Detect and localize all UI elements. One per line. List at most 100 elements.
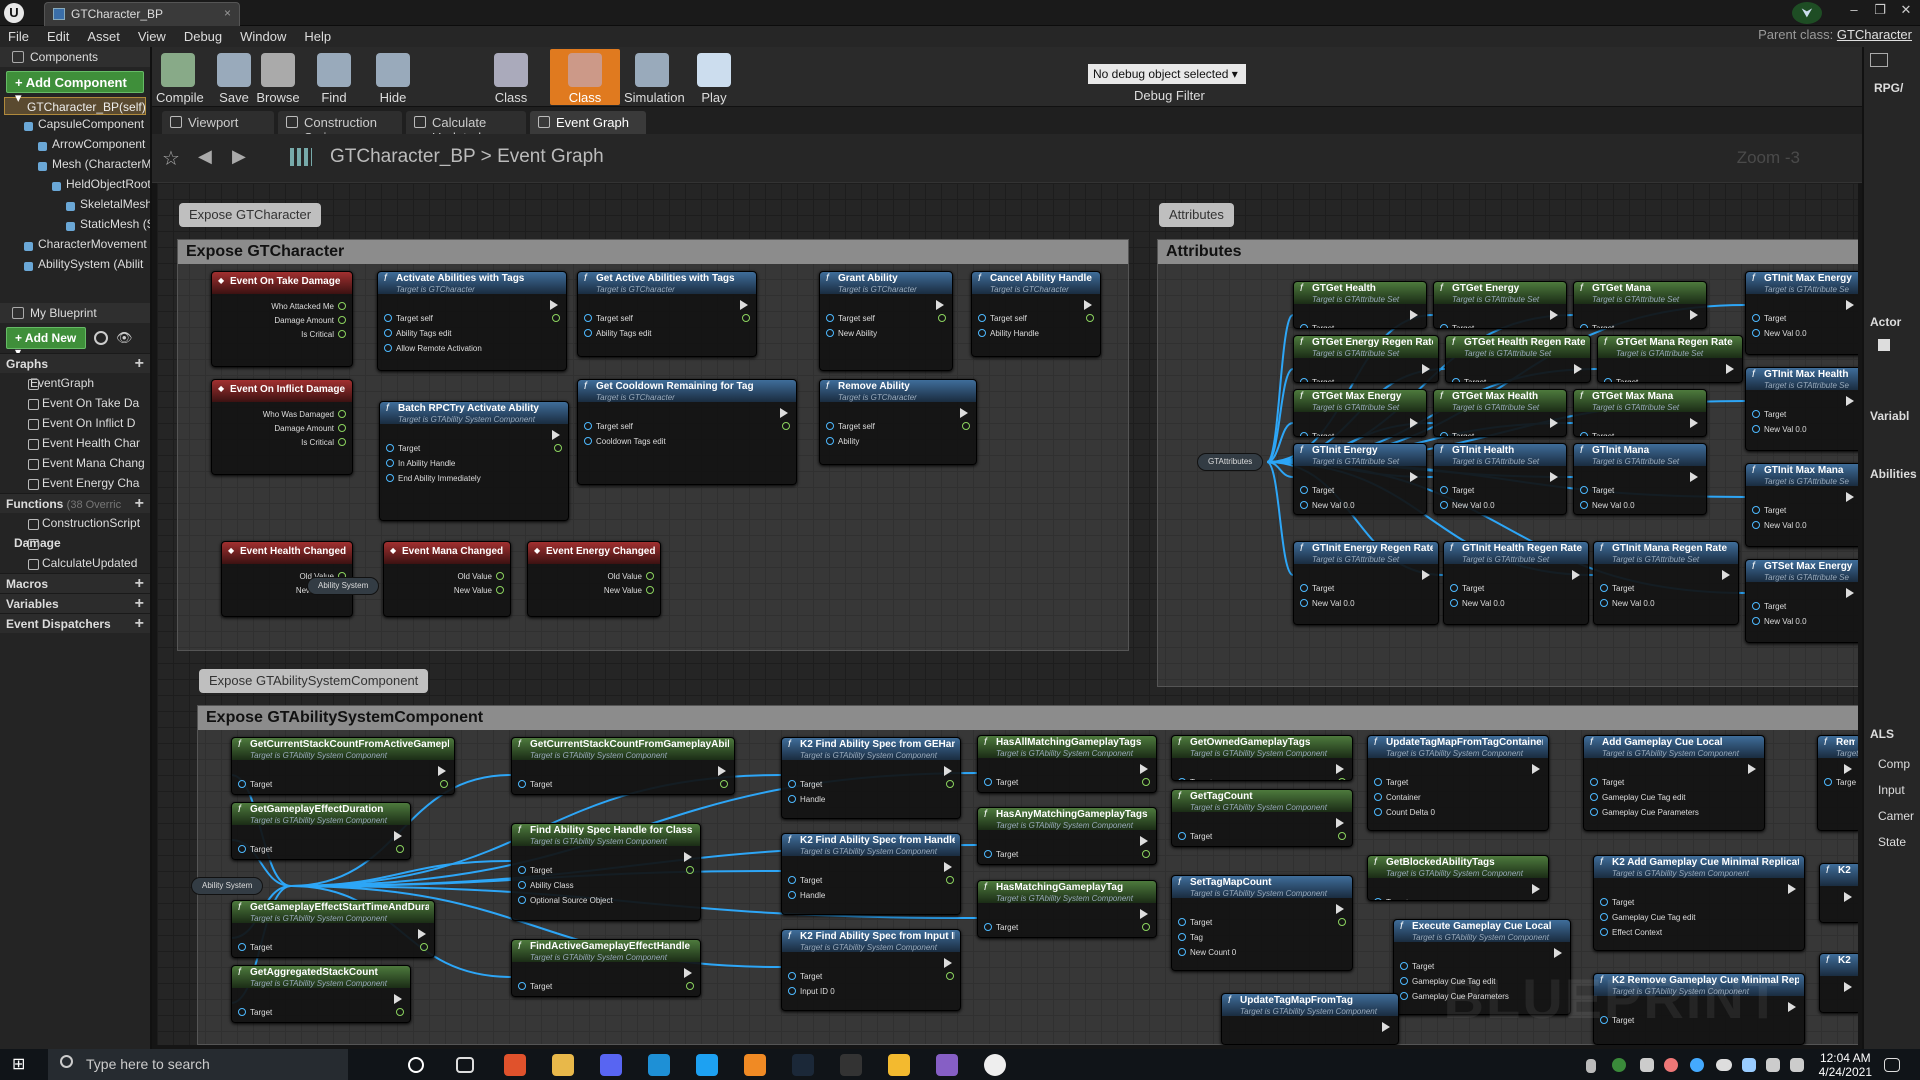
graph-node[interactable]: GTInit Max HealthTarget is GTAttribute S…: [1745, 367, 1858, 451]
exec-out-pin[interactable]: [394, 831, 402, 841]
graph-node[interactable]: GetGameplayEffectStartTimeAndDurationTar…: [231, 900, 435, 958]
node-pin[interactable]: Target: [788, 780, 822, 789]
node-pin[interactable]: Target: [1600, 584, 1634, 593]
node-pin[interactable]: Target: [1450, 584, 1484, 593]
node-pin[interactable]: Old Value: [607, 572, 654, 581]
component-item[interactable]: Mesh (CharacterM: [0, 157, 150, 177]
return-value-pin[interactable]: [682, 866, 694, 875]
graphs-section[interactable]: Graphs +: [0, 353, 150, 373]
return-value-pin[interactable]: [716, 780, 728, 789]
close-window-icon[interactable]: ✕: [1898, 2, 1914, 18]
tray-icon[interactable]: [1612, 1058, 1626, 1072]
self-component-item[interactable]: GTCharacter_BP(self): [4, 97, 146, 115]
node-pin[interactable]: Old Value: [457, 572, 504, 581]
graph-node[interactable]: GTInit Max ManaTarget is GTAttribute SeT…: [1745, 463, 1858, 547]
exec-out-pin[interactable]: [1846, 396, 1854, 406]
app-icon[interactable]: [648, 1054, 670, 1076]
exec-out-pin[interactable]: [1410, 418, 1418, 428]
return-value-pin[interactable]: [738, 314, 750, 323]
eye-icon[interactable]: 👁: [116, 330, 133, 346]
node-pin[interactable]: Target: [1374, 778, 1408, 787]
class-settings-button[interactable]: Class Settings: [476, 49, 546, 120]
graph-node[interactable]: GetAggregatedStackCountTarget is GTAbili…: [231, 965, 411, 1023]
graph-node[interactable]: K2 Find Ability Spec from Input IDTarget…: [781, 929, 961, 1011]
graph-node[interactable]: GTGet EnergyTarget is GTAttribute SetTar…: [1433, 281, 1567, 329]
exec-out-pin[interactable]: [936, 300, 944, 310]
event-item[interactable]: Event On Take Da: [0, 393, 150, 413]
exec-out-pin[interactable]: [1550, 472, 1558, 482]
add-function-icon[interactable]: +: [135, 495, 144, 513]
tab-viewport[interactable]: Viewport: [162, 111, 274, 134]
graph-node[interactable]: Grant AbilityTarget is GTCharacterTarget…: [819, 271, 953, 371]
graph-node[interactable]: HasAnyMatchingGameplayTagsTarget is GTAb…: [977, 807, 1157, 865]
add-new-button[interactable]: + Add New ▾: [6, 327, 86, 359]
brave-browser-icon[interactable]: [504, 1054, 526, 1076]
graph-node[interactable]: K2 Find Ability Spec from HandleTarget i…: [781, 833, 961, 915]
tab-construction-scrip[interactable]: Construction Scrip: [278, 111, 402, 145]
exec-out-pin[interactable]: [1690, 472, 1698, 482]
node-pin[interactable]: Target: [1400, 962, 1434, 971]
abilities-section[interactable]: Abilities: [1870, 467, 1917, 481]
exec-out-pin[interactable]: [944, 862, 952, 872]
node-pin[interactable]: New Val 0.0: [1600, 599, 1655, 608]
comment-label[interactable]: Expose GTAbilitySystemComponent: [199, 669, 429, 693]
node-pin[interactable]: Target: [518, 982, 552, 991]
menu-edit[interactable]: Edit: [47, 29, 69, 44]
menu-view[interactable]: View: [138, 29, 166, 44]
return-value-pin[interactable]: [436, 780, 448, 789]
graph-node[interactable]: GTGet Energy Regen RateTarget is GTAttri…: [1293, 335, 1439, 383]
back-arrow-icon[interactable]: ◀: [198, 146, 212, 167]
favorite-star-icon[interactable]: ☆: [162, 146, 180, 171]
return-value-pin[interactable]: [942, 876, 954, 885]
file-explorer-icon[interactable]: [552, 1054, 574, 1076]
return-value-pin[interactable]: [548, 314, 560, 323]
graph-node[interactable]: K2: [1819, 863, 1858, 923]
node-pin[interactable]: Target: [1580, 486, 1614, 495]
graph-node[interactable]: Event On Take Damage Who Attacked Me Damag…: [211, 271, 353, 367]
exec-out-pin[interactable]: [1788, 884, 1796, 894]
node-pin[interactable]: New Val 0.0: [1440, 501, 1495, 510]
variable-section[interactable]: Variabl: [1870, 409, 1909, 423]
class-defaults-button[interactable]: Class Defaults: [550, 49, 620, 120]
microphone-icon[interactable]: [1586, 1059, 1596, 1073]
node-pin[interactable]: Target: [1580, 432, 1614, 436]
node-pin[interactable]: Target: [238, 1008, 272, 1017]
node-pin[interactable]: Target: [1300, 584, 1334, 593]
graph-node[interactable]: GTGet Max HealthTarget is GTAttribute Se…: [1433, 389, 1567, 437]
return-value-pin[interactable]: [958, 422, 970, 431]
node-pin[interactable]: Target: [1300, 378, 1334, 382]
variables-section[interactable]: Variables +: [0, 593, 150, 613]
graph-node[interactable]: UpdateTagMapFromTagContainerTarget is GT…: [1367, 735, 1549, 831]
binance-icon[interactable]: [888, 1054, 910, 1076]
node-pin[interactable]: New Val 0.0: [1752, 425, 1807, 434]
node-pin[interactable]: Damage Amount: [274, 316, 346, 325]
volume-icon[interactable]: [1790, 1058, 1804, 1072]
event-item[interactable]: Event Energy Cha: [0, 473, 150, 493]
play-button[interactable]: Play: [692, 49, 736, 105]
search-tool-icon[interactable]: [744, 1054, 766, 1076]
taskbar-search[interactable]: Type here to search: [48, 1049, 348, 1080]
forward-arrow-icon[interactable]: ▶: [232, 146, 246, 167]
node-pin[interactable]: Targe: [1824, 778, 1856, 787]
component-item[interactable]: ArrowComponent: [0, 137, 150, 157]
node-pin[interactable]: Gameplay Cue Tag edit: [1590, 793, 1685, 802]
return-value-pin[interactable]: [934, 314, 946, 323]
component-item[interactable]: HeldObjectRoot: [0, 177, 150, 197]
add-component-button[interactable]: + Add Component ▾: [6, 71, 144, 105]
node-pin[interactable]: Target: [984, 923, 1018, 932]
graph-node[interactable]: GetOwnedGameplayTagsTarget is GTAbility …: [1171, 735, 1353, 781]
find-button[interactable]: Find: [312, 49, 356, 105]
als-section[interactable]: ALS: [1870, 727, 1894, 741]
exec-out-pin[interactable]: [684, 968, 692, 978]
unreal-logo-icon[interactable]: U: [4, 3, 24, 23]
node-pin[interactable]: Target: [1590, 778, 1624, 787]
exec-out-pin[interactable]: [1690, 310, 1698, 320]
exec-out-pin[interactable]: [1422, 364, 1430, 374]
return-value-pin[interactable]: [942, 972, 954, 981]
node-pin[interactable]: Target: [1178, 918, 1212, 927]
function-item[interactable]: CalculateUpdated: [0, 553, 150, 573]
graph-node[interactable]: K2: [1819, 953, 1858, 1013]
node-pin[interactable]: Target: [984, 850, 1018, 859]
add-dispatcher-icon[interactable]: +: [135, 615, 144, 633]
event-item[interactable]: Event Mana Chang: [0, 453, 150, 473]
